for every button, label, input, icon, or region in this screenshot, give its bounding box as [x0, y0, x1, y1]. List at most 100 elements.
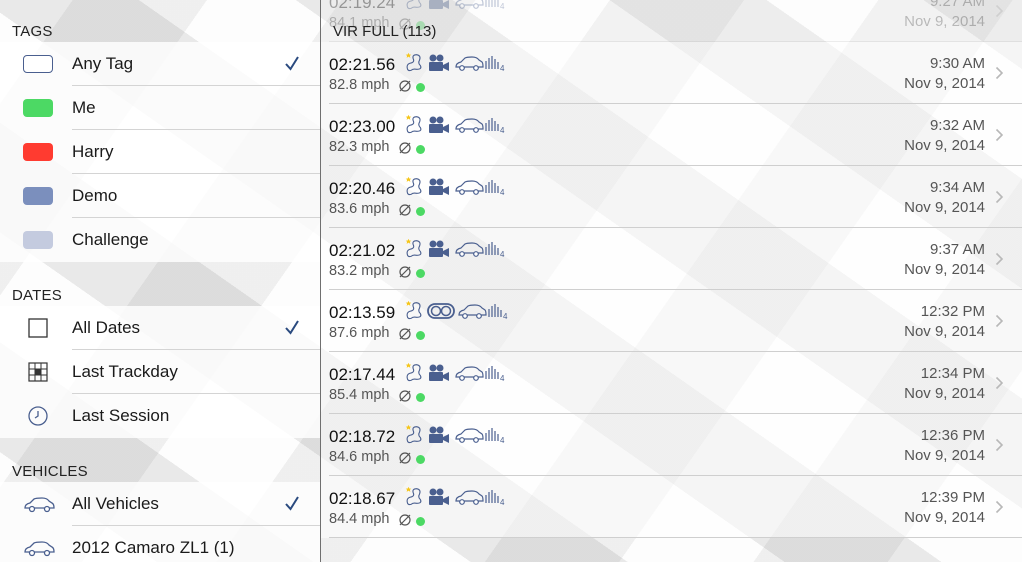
session-icons: 4	[403, 50, 513, 76]
top-speed: 83.6 mph	[329, 201, 390, 217]
tag-color-swatch	[23, 55, 53, 73]
svg-text:4: 4	[500, 436, 505, 445]
status-dot	[416, 269, 425, 278]
empty-set-icon	[398, 451, 412, 465]
session-icons: 4	[403, 422, 513, 448]
svg-text:4: 4	[500, 250, 505, 259]
tags-group: Any Tag Me Harry Demo Challenge	[0, 42, 320, 262]
list-title: VIR FULL (113)	[333, 23, 437, 40]
vehicles-header: VEHICLES	[12, 463, 88, 480]
status-dot	[416, 455, 425, 464]
tag-row[interactable]: Challenge	[0, 218, 320, 262]
session-row[interactable]: 02:18.72 4 84.6 mph 12:36 PM Nov 9, 2014	[321, 414, 1022, 476]
track-map-icon	[405, 238, 422, 258]
car-icon	[454, 239, 484, 264]
track-map-icon	[403, 484, 425, 513]
date-filter-row[interactable]: Last Session	[0, 394, 320, 438]
tag-label: Me	[72, 98, 96, 117]
tag-color-swatch	[23, 143, 53, 161]
car-icon	[454, 363, 484, 388]
svg-text:4: 4	[500, 374, 505, 383]
tag-row[interactable]: Me	[0, 86, 320, 130]
tag-label: Any Tag	[72, 54, 134, 73]
checkmark-icon	[284, 316, 300, 338]
chevron-right-icon	[995, 4, 1004, 18]
chevron-right-icon	[995, 128, 1004, 142]
grid-icon	[22, 360, 56, 384]
car-icon	[454, 177, 484, 202]
session-row[interactable]: 02:20.46 4 83.6 mph 9:34 AM Nov 9, 2014	[321, 166, 1022, 228]
vehicles-group: All Vehicles 2012 Camaro ZL1 (1)	[0, 482, 320, 562]
session-date: Nov 9, 2014	[904, 447, 985, 464]
session-row[interactable]: 02:21.56 4 82.8 mph 9:30 AM Nov 9, 2014	[321, 42, 1022, 104]
checkmark-icon	[284, 52, 300, 74]
date-filter-row[interactable]: All Dates	[0, 306, 320, 350]
session-row[interactable]: 02:23.00 4 82.3 mph 9:32 AM Nov 9, 2014	[321, 104, 1022, 166]
vehicle-label: 2012 Camaro ZL1 (1)	[72, 538, 235, 557]
session-clock-time: 9:34 AM	[929, 179, 985, 196]
top-speed: 83.2 mph	[329, 263, 390, 279]
track-map-icon	[403, 0, 425, 17]
dates-group: All Dates Last Trackday Last Session	[0, 306, 320, 438]
status-dot	[416, 517, 425, 526]
chevron-right-icon	[995, 438, 1004, 452]
session-icons: 4	[403, 360, 513, 386]
vehicle-row[interactable]: All Vehicles	[0, 482, 320, 526]
session-list[interactable]: VIR FULL (113) 02:19.24 4 84.1 mph 9:27 A…	[321, 0, 1022, 562]
signal-strength-icon: 4	[484, 177, 506, 202]
lap-time: 02:21.02	[329, 241, 396, 260]
lap-time: 02:21.56	[329, 55, 396, 74]
svg-text:4: 4	[500, 2, 505, 11]
video-camera-icon	[427, 425, 451, 450]
vehicle-label: All Vehicles	[72, 494, 159, 513]
top-speed: 85.4 mph	[329, 387, 390, 403]
svg-text:4: 4	[500, 64, 505, 73]
track-map-icon	[405, 52, 422, 72]
track-map-icon	[405, 424, 422, 444]
status-dot	[416, 207, 425, 216]
signal-strength-icon: 4	[484, 115, 506, 140]
lap-time: 02:18.72	[329, 427, 396, 446]
tag-row[interactable]: Any Tag	[0, 42, 320, 86]
track-map-icon	[405, 176, 422, 196]
lap-time: 02:20.46	[329, 179, 396, 198]
session-date: Nov 9, 2014	[904, 261, 985, 278]
track-map-icon	[403, 360, 425, 389]
status-dot	[416, 393, 425, 402]
session-row[interactable]: 02:13.59 4 87.6 mph 12:32 PM Nov 9, 2014	[321, 290, 1022, 352]
filter-sidebar: TAGS Any Tag Me Harry Demo Challenge DATES A…	[0, 0, 320, 562]
date-filter-row[interactable]: Last Trackday	[0, 350, 320, 394]
session-row[interactable]: 02:18.67 4 84.4 mph 12:39 PM Nov 9, 2014	[321, 476, 1022, 538]
session-date: Nov 9, 2014	[904, 13, 985, 30]
session-row[interactable]: 02:21.02 4 83.2 mph 9:37 AM Nov 9, 2014	[321, 228, 1022, 290]
session-clock-time: 12:39 PM	[920, 489, 985, 506]
status-dot	[416, 83, 425, 92]
svg-text:4: 4	[500, 188, 505, 197]
session-clock-time: 12:36 PM	[920, 427, 985, 444]
empty-set-icon	[398, 79, 412, 93]
tag-row[interactable]: Harry	[0, 130, 320, 174]
tag-label: Harry	[72, 142, 114, 161]
car-icon	[22, 492, 56, 516]
track-map-icon	[406, 0, 422, 10]
track-map-icon	[405, 486, 422, 506]
vehicle-row[interactable]: 2012 Camaro ZL1 (1)	[0, 526, 320, 562]
track-map-icon	[403, 422, 425, 451]
chevron-right-icon	[995, 66, 1004, 80]
session-row[interactable]: 02:17.44 4 85.4 mph 12:34 PM Nov 9, 2014	[321, 352, 1022, 414]
session-icons: 4	[403, 298, 513, 324]
tag-row[interactable]: Demo	[0, 174, 320, 218]
signal-strength-icon: 4	[487, 301, 509, 326]
session-clock-time: 12:32 PM	[920, 303, 985, 320]
car-icon	[454, 0, 484, 16]
session-icons: 4	[403, 236, 513, 262]
track-map-icon	[403, 112, 425, 141]
session-icons: 4	[403, 0, 513, 14]
empty-set-icon	[398, 327, 412, 341]
session-clock-time: 9:37 AM	[929, 241, 985, 258]
lap-time: 02:13.59	[329, 303, 396, 322]
lap-time: 02:19.24	[329, 0, 396, 12]
status-dot	[416, 331, 425, 340]
track-map-icon	[403, 298, 425, 327]
session-icons: 4	[403, 112, 513, 138]
